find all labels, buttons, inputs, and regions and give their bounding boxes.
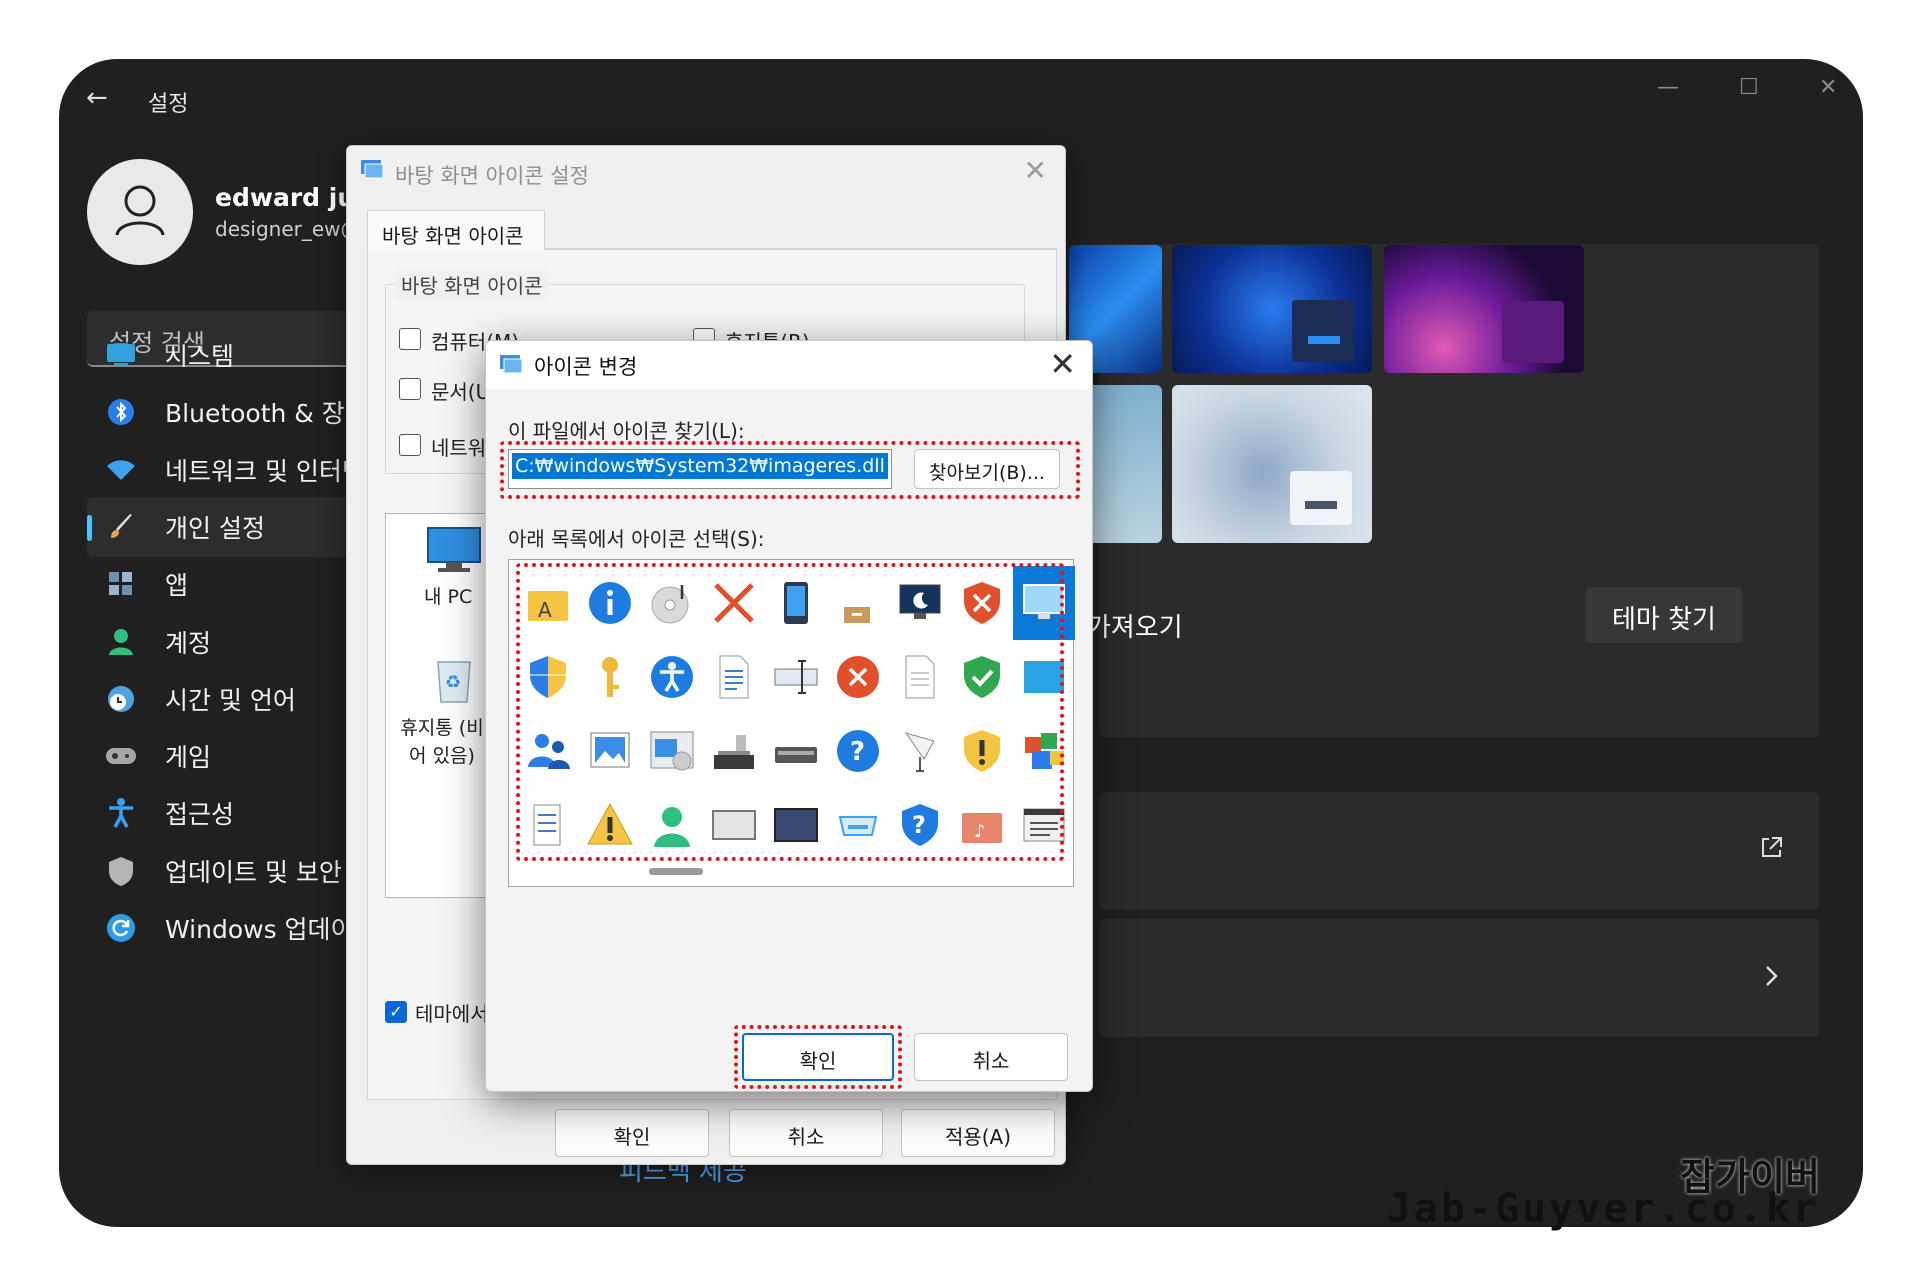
documents-checkbox[interactable] (399, 378, 421, 400)
theme-thumbnail-3[interactable] (1384, 245, 1584, 373)
theme-allow-label: 테마에서 (415, 1002, 489, 1026)
cancel-button[interactable]: 취소 (729, 1109, 883, 1157)
horizontal-scrollbar[interactable] (649, 868, 703, 875)
sidebar-item-label: 시간 및 언어 (165, 685, 296, 715)
dialog-app-icon (498, 351, 524, 381)
theme-allow-checkbox[interactable]: ✓ (385, 1001, 407, 1023)
dialog-title: 아이콘 변경 (534, 355, 638, 379)
theme-thumbnail-2[interactable] (1172, 245, 1372, 373)
selection-indicator (87, 514, 92, 541)
sidebar-item-label: 개인 설정 (165, 513, 265, 543)
sidebar-item-label: 업데이트 및 보안 (165, 857, 342, 887)
desktop-icon-list[interactable]: 내 PC ♻ 휴지통 (비어 있음) (385, 513, 495, 898)
apps-icon (105, 568, 137, 600)
brush-icon (105, 511, 137, 543)
window-title: 설정 (148, 92, 189, 117)
sidebar-item-label: Windows 업데이트 (165, 915, 377, 944)
cancel-button[interactable]: 취소 (914, 1033, 1068, 1081)
recycle-bin-label: 휴지통 (비어 있음) (400, 717, 484, 767)
close-icon[interactable]: ✕ (1024, 154, 1047, 187)
dialog-app-icon (359, 156, 385, 186)
sidebar-item-label: 네트워크 및 인터넷 (165, 456, 365, 486)
path-value: C:₩windows₩System32₩imageres.dll (512, 453, 888, 479)
refresh-icon (105, 912, 137, 944)
settings-row-2[interactable] (1099, 919, 1819, 1037)
change-icon-dialog: 아이콘 변경 ✕ 이 파일에서 아이콘 찾기(L): C:₩windows₩Sy… (485, 340, 1093, 1092)
settings-row-1[interactable] (1099, 792, 1819, 910)
close-icon[interactable]: ✕ (1049, 345, 1076, 383)
sidebar-item-label: 계정 (165, 628, 212, 658)
gamepad-icon (105, 740, 137, 772)
select-icon-label: 아래 목록에서 아이콘 선택(S): (508, 527, 765, 551)
sidebar-item-label: 앱 (165, 571, 189, 601)
sidebar-item-label: 시스템 (165, 342, 235, 371)
chevron-right-icon (1761, 963, 1781, 993)
maximize-button[interactable]: ☐ (1739, 75, 1759, 100)
user-email: designer_ew@ (215, 217, 361, 241)
group-label: 바탕 화면 아이콘 (395, 270, 549, 299)
find-theme-button[interactable]: 테마 찾기 (1585, 587, 1743, 643)
highlight-icon-grid (516, 563, 1064, 861)
ok-button[interactable]: 확인 (742, 1033, 894, 1081)
person-icon (115, 185, 165, 236)
network-checkbox[interactable] (399, 434, 421, 456)
back-button[interactable]: ← (86, 83, 108, 113)
theme-import-label: 가져오기 (1087, 613, 1183, 643)
minimize-button[interactable]: — (1657, 75, 1679, 100)
sidebar-item-label: Bluetooth & 장치 (165, 399, 368, 429)
dialog-title: 바탕 화면 아이콘 설정 (395, 164, 589, 188)
svg-text:♻: ♻ (445, 672, 461, 693)
account-icon (105, 626, 137, 658)
clock-globe-icon (105, 683, 137, 715)
sidebar-item-label: 접근성 (165, 800, 235, 830)
computer-checkbox[interactable] (399, 328, 421, 350)
find-in-file-label: 이 파일에서 아이콘 찾기(L): (508, 419, 745, 443)
sidebar-item-label: 게임 (165, 743, 212, 773)
watermark-english: Jab-Guyver.co.kr (1386, 1186, 1820, 1232)
apply-button[interactable]: 적용(A) (901, 1109, 1055, 1157)
close-button[interactable]: ✕ (1819, 75, 1837, 100)
bluetooth-icon (105, 396, 137, 428)
this-pc-label: 내 PC (424, 586, 473, 608)
theme-thumbnail-5[interactable] (1172, 385, 1372, 543)
wifi-icon (105, 454, 137, 486)
avatar[interactable] (87, 159, 193, 265)
browse-button[interactable]: 찾아보기(B)... (914, 449, 1060, 489)
recycle-bin-icon[interactable]: ♻ (434, 654, 474, 708)
monitor-icon (105, 339, 137, 371)
ok-button[interactable]: 확인 (555, 1109, 709, 1157)
external-link-icon (1758, 835, 1784, 865)
shield-icon (105, 855, 137, 887)
accessibility-icon (105, 797, 137, 829)
tab-desktop-icons[interactable]: 바탕 화면 아이콘 (367, 210, 545, 252)
icon-file-path-input[interactable]: C:₩windows₩System32₩imageres.dll (508, 449, 892, 489)
this-pc-icon[interactable] (426, 526, 482, 578)
